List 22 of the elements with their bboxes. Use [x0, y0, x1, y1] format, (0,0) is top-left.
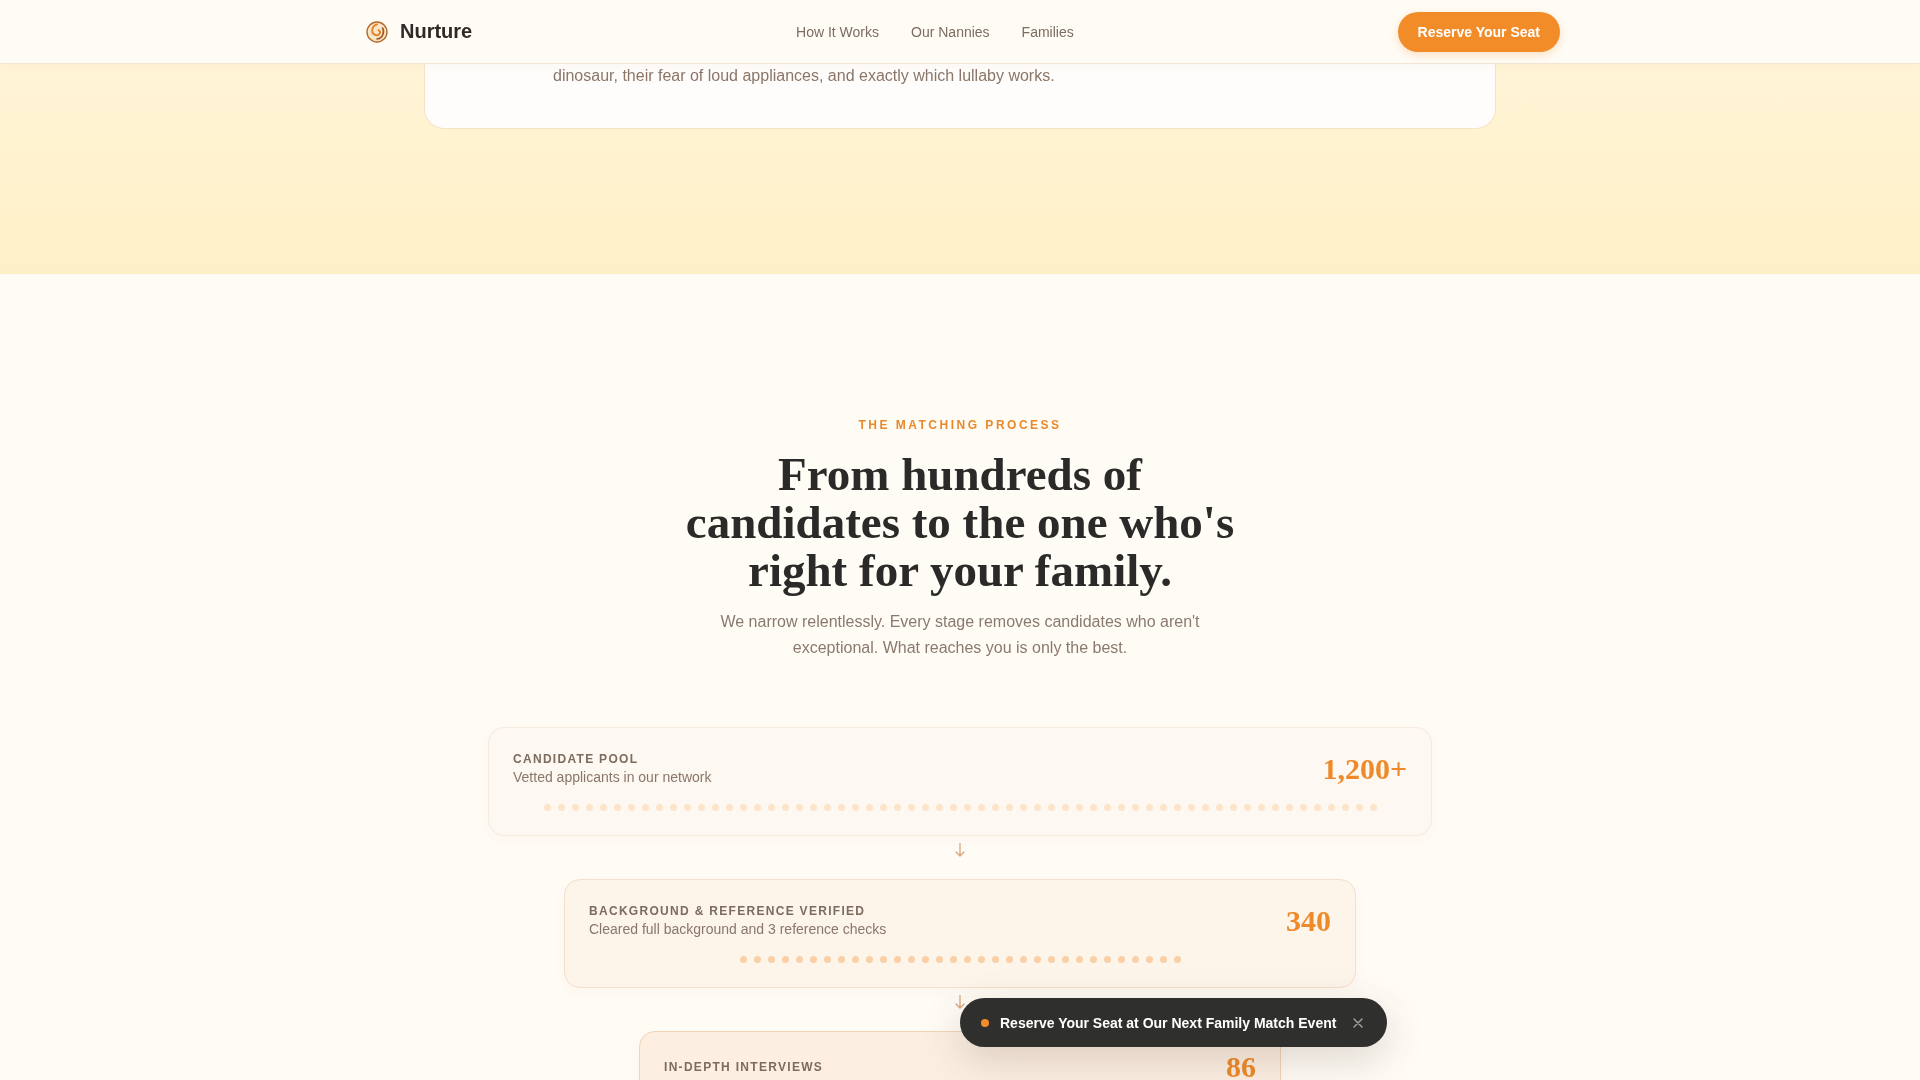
logo-icon[interactable]: [366, 20, 388, 43]
toast-message: Reserve Your Seat at Our Next Family Match Event: [1000, 1014, 1337, 1031]
arrow-down-icon: [955, 995, 965, 1009]
section-subtitle: We narrow relentlessly. Every stage removes candidates who aren't exceptional. What reaches you is only the best.: [719, 612, 1201, 658]
nav-link[interactable]: Our Nannies: [911, 23, 990, 40]
close-icon: [1353, 1017, 1364, 1028]
section-eyebrow: THE MATCHING PROCESS: [858, 417, 1062, 433]
stage-count: 340: [1286, 909, 1331, 933]
stage-label: IN-DEPTH INTERVIEWS: [664, 1059, 824, 1075]
stage-description: Vetted applicants in our network: [513, 768, 712, 787]
status-dot-icon: [981, 1018, 989, 1027]
nav-link[interactable]: How It Works: [796, 23, 879, 40]
toast-banner[interactable]: Reserve Your Seat at Our Next Family Match Event: [960, 998, 1388, 1047]
nav-link[interactable]: Families: [1021, 23, 1074, 40]
stage-count: 86: [1226, 1055, 1256, 1079]
arrow-down-icon: [955, 843, 965, 857]
brand-name[interactable]: Nurture: [400, 20, 473, 43]
card-text: dinosaur, their fear of loud appliances, and exactly which lullaby works.: [553, 66, 1055, 86]
stage-label: CANDIDATE POOL: [513, 751, 640, 767]
section-heading: From hundreds of candidates to the one who's right for your family.: [684, 450, 1236, 594]
stage-description: Cleared full background and 3 reference checks: [589, 920, 887, 939]
stage-label: BACKGROUND & REFERENCE VERIFIED: [589, 903, 867, 919]
